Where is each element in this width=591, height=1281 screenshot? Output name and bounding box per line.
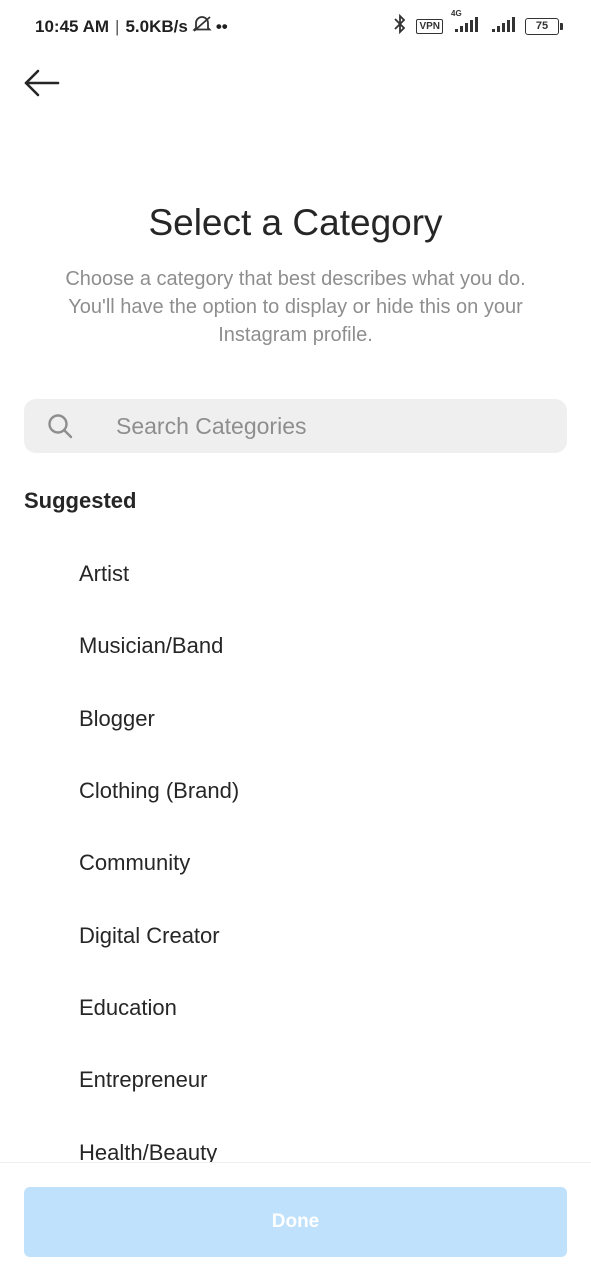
status-right: VPN 4G 75	[394, 9, 563, 39]
battery-icon: 75	[525, 18, 563, 35]
footer-bar: Done	[0, 1162, 591, 1281]
page-title: Select a Category	[148, 202, 443, 243]
category-item-entrepreneur[interactable]: Entrepreneur	[0, 1044, 591, 1116]
status-left: 10:45 AM | 5.0KB/s ••	[35, 15, 228, 38]
search-input[interactable]	[114, 411, 538, 441]
suggested-heading: Suggested	[24, 488, 137, 513]
category-label: Entrepreneur	[79, 1067, 208, 1093]
back-button[interactable]	[22, 66, 62, 100]
status-time: 10:45 AM	[35, 16, 110, 36]
category-label: Artist	[79, 561, 130, 587]
category-label: Digital Creator	[79, 922, 220, 948]
network-type-label: 4G	[451, 9, 462, 18]
category-label: Health/Beauty	[79, 1139, 218, 1162]
category-label: Education	[79, 994, 177, 1020]
category-item-blogger[interactable]: Blogger	[0, 683, 591, 755]
signal-icon	[491, 15, 515, 38]
done-button[interactable]: Done	[24, 1187, 567, 1257]
category-label: Clothing (Brand)	[79, 778, 240, 804]
category-label: Musician/Band	[79, 633, 224, 659]
search-bar[interactable]	[24, 399, 567, 453]
category-item-clothing-brand[interactable]: Clothing (Brand)	[0, 755, 591, 827]
category-item-education[interactable]: Education	[0, 972, 591, 1044]
network-speed: 5.0KB/s	[125, 16, 188, 36]
category-item-health-beauty[interactable]: Health/Beauty	[0, 1116, 591, 1162]
status-bar: 10:45 AM | 5.0KB/s •• VPN 4G 75	[0, 0, 591, 52]
category-list[interactable]: Artist Musician/Band Blogger Clothing (B…	[0, 538, 591, 1162]
category-item-community[interactable]: Community	[0, 827, 591, 899]
bluetooth-icon	[394, 13, 406, 39]
vpn-badge: VPN	[416, 19, 443, 34]
status-separator: |	[115, 16, 120, 36]
category-item-digital-creator[interactable]: Digital Creator	[0, 899, 591, 971]
category-label: Blogger	[79, 705, 155, 731]
alarm-muted-icon	[192, 15, 212, 38]
page-subtitle: Choose a category that best describes wh…	[65, 268, 526, 346]
category-item-artist[interactable]: Artist	[0, 538, 591, 610]
category-item-musician-band[interactable]: Musician/Band	[0, 610, 591, 682]
category-label: Community	[79, 850, 191, 876]
more-notifications-icon: ••	[215, 16, 228, 36]
search-icon	[48, 414, 73, 439]
back-arrow-icon	[24, 69, 60, 97]
signal-4g-icon: 4G	[451, 9, 481, 38]
